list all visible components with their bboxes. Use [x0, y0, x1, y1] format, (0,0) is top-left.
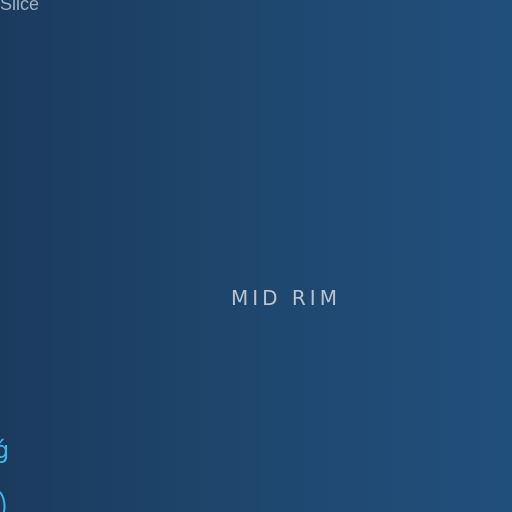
edge-accent-glyph: ǵ	[0, 436, 10, 464]
slice-label: Slice	[0, 0, 40, 14]
app-canvas: { "canvas": { "top_label": "Slice", "cen…	[0, 0, 512, 512]
mid-rim-label: MID RIM	[231, 286, 341, 310]
edge-accent-arc	[0, 491, 6, 512]
